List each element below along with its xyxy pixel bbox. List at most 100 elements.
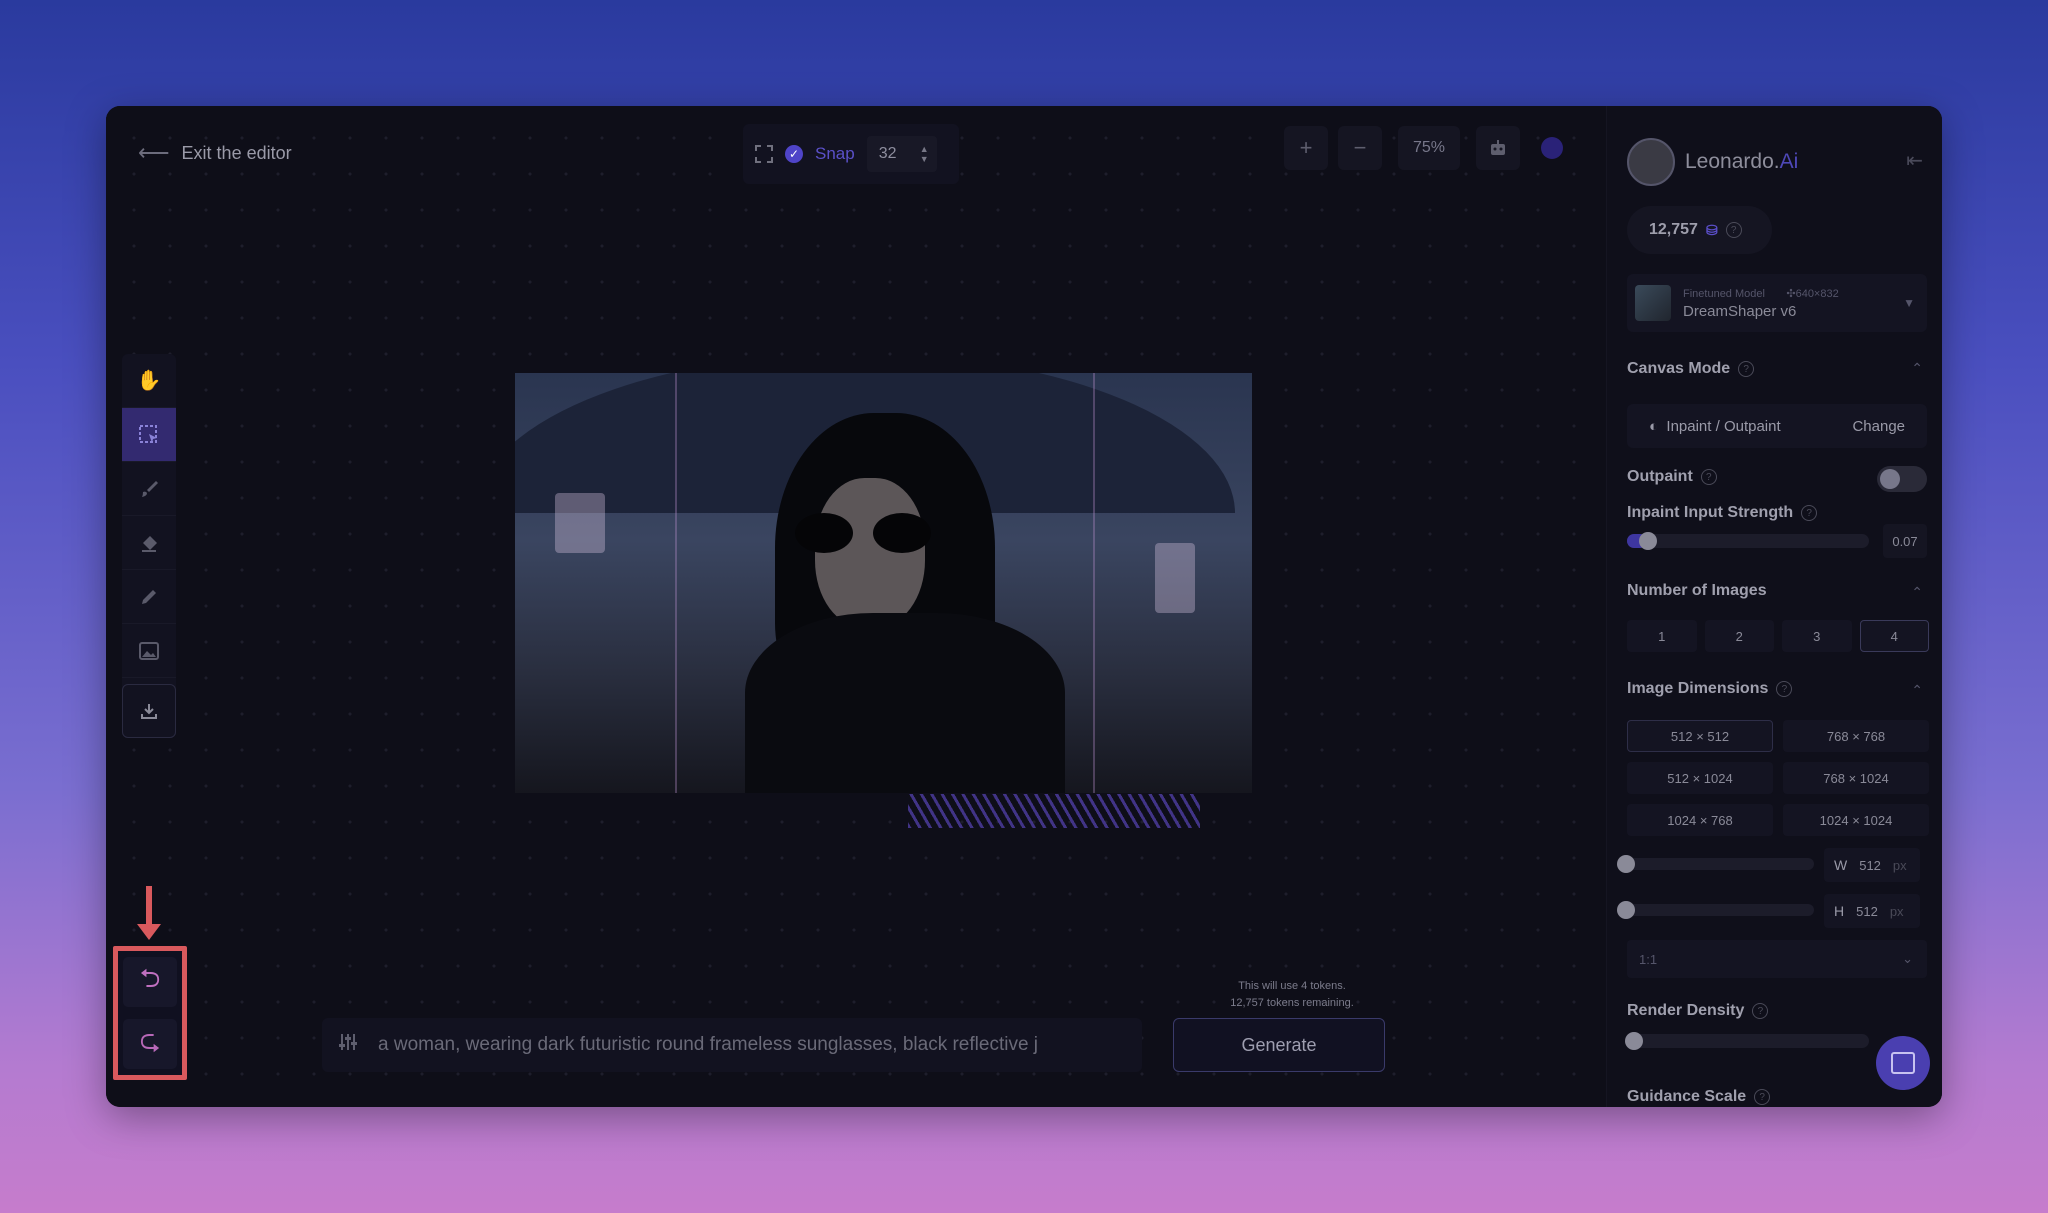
chevron-up-icon[interactable]: ⌃ (1911, 682, 1923, 699)
coins-icon: ⛁ (1705, 221, 1718, 238)
image-light (555, 493, 605, 553)
snap-toolbar: ✓ Snap 32 ▲ ▼ (743, 124, 959, 184)
help-icon[interactable] (1530, 126, 1574, 170)
px-unit: px (1892, 857, 1907, 873)
snap-value-input[interactable]: 32 ▲ ▼ (866, 136, 937, 172)
height-key: H (1834, 903, 1845, 919)
canvas-mode-value: Inpaint / Outpaint (1666, 417, 1781, 435)
chevron-up-icon[interactable]: ⌃ (1911, 584, 1923, 601)
chat-support-button[interactable] (1876, 1036, 1930, 1090)
slider-knob[interactable] (1625, 1032, 1643, 1050)
outpaint-label: Outpaint (1627, 468, 1693, 485)
chevron-up-icon[interactable]: ⌃ (1911, 360, 1923, 377)
zoom-out-button[interactable]: − (1338, 126, 1382, 170)
image-guide-line (1093, 373, 1095, 793)
outpaint-toggle[interactable] (1877, 466, 1927, 492)
sliders-icon[interactable] (338, 1032, 358, 1058)
help-icon[interactable]: ? (1738, 361, 1755, 377)
model-selector[interactable]: Finetuned Model ✣640×832 DreamShaper v6 … (1627, 274, 1927, 332)
aspect-ratio-select[interactable]: 1:1 ⌄ (1627, 940, 1927, 978)
help-icon[interactable]: ? (1801, 505, 1818, 521)
dimension-option[interactable]: 768 × 1024 (1783, 762, 1929, 794)
canvas-mode-title: Canvas Mode ? (1627, 360, 1755, 378)
dimension-option[interactable]: 512 × 512 (1627, 720, 1773, 752)
token-balance: 12,757 ⛁ ? (1627, 206, 1772, 254)
dimensions-icon: ✣ (1786, 287, 1796, 300)
avatar[interactable] (1627, 138, 1675, 186)
collapse-sidebar-icon[interactable]: ⇤ (1906, 148, 1923, 173)
help-icon[interactable]: ? (1700, 469, 1717, 485)
render-density-title: Render Density ? (1627, 1002, 1769, 1020)
editor-window: ⟵ Exit the editor ✓ Snap 32 ▲ ▼ + − 75% ✋ (106, 106, 1942, 1107)
chevron-down-icon: ⌄ (1902, 951, 1913, 966)
canvas-area[interactable]: ⟵ Exit the editor ✓ Snap 32 ▲ ▼ + − 75% ✋ (106, 106, 1606, 1107)
snap-checkbox[interactable]: ✓ (785, 145, 803, 163)
help-icon[interactable]: ? (1725, 222, 1742, 238)
height-value: 512 (1856, 903, 1878, 919)
token-remaining-line: 12,757 tokens remaining. (1230, 997, 1354, 1009)
image-guide-line (675, 373, 677, 793)
num-images-option[interactable]: 1 (1627, 620, 1697, 652)
settings-sidebar: Leonardo.Ai ⇤ 12,757 ⛁ ? Finetuned Model… (1606, 106, 1942, 1107)
image-icon[interactable] (122, 624, 176, 678)
pan-icon[interactable]: ✋ (122, 354, 176, 408)
eraser-icon[interactable] (122, 516, 176, 570)
zoom-controls: + − 75% (1284, 126, 1574, 170)
dimension-options: 512 × 512 768 × 768 512 × 1024 768 × 102… (1627, 720, 1929, 836)
model-name: DreamShaper v6 (1683, 302, 1797, 320)
width-slider[interactable] (1617, 855, 1814, 873)
inpaint-strength-slider[interactable] (1627, 532, 1869, 550)
canvas-mode-selector: ◐ Inpaint / Outpaint Change (1627, 404, 1927, 448)
num-images-option[interactable]: 2 (1704, 620, 1774, 652)
zoom-in-button[interactable]: + (1284, 126, 1328, 170)
brush-icon[interactable] (122, 462, 176, 516)
num-images-label: Number of Images (1627, 582, 1767, 599)
width-input[interactable]: W 512 px (1824, 848, 1920, 882)
undo-button[interactable]: ⮌ (123, 957, 177, 1007)
slider-knob[interactable] (1617, 855, 1635, 873)
select-icon[interactable] (122, 408, 176, 462)
mask-hatch-area (908, 794, 1200, 828)
prompt-bar: a woman, wearing dark futuristic round f… (322, 1018, 1142, 1072)
change-mode-button[interactable]: Change (1852, 418, 1905, 435)
render-density-slider[interactable] (1625, 1032, 1869, 1050)
redo-button[interactable]: ⮎ (123, 1019, 177, 1069)
guidance-scale-label: Guidance Scale (1627, 1088, 1747, 1105)
token-usage-info: This will use 4 tokens. 12,757 tokens re… (1212, 978, 1372, 1012)
dimension-option[interactable]: 1024 × 768 (1627, 804, 1773, 836)
help-icon[interactable]: ? (1776, 681, 1793, 697)
height-slider[interactable] (1617, 901, 1814, 919)
slider-knob[interactable] (1639, 532, 1657, 550)
help-icon[interactable]: ? (1752, 1003, 1769, 1019)
width-value: 512 (1859, 857, 1881, 873)
num-images-options: 1 2 3 4 (1627, 620, 1929, 652)
exit-editor-link[interactable]: ⟵ Exit the editor (138, 140, 292, 166)
generate-button[interactable]: Generate (1173, 1018, 1385, 1072)
inpaint-strength-label: Inpaint Input Strength (1627, 504, 1794, 521)
num-images-option[interactable]: 4 (1859, 620, 1929, 652)
stepper-icon[interactable]: ▲ ▼ (920, 144, 929, 164)
token-usage-line: This will use 4 tokens. (1238, 980, 1346, 992)
zoom-level[interactable]: 75% (1398, 126, 1460, 170)
outpaint-title: Outpaint ? (1627, 468, 1717, 486)
slider-knob[interactable] (1617, 901, 1635, 919)
snap-label: Snap (815, 144, 855, 163)
robot-icon[interactable] (1476, 126, 1520, 170)
canvas-image[interactable] (515, 373, 1252, 793)
chevron-down-icon: ▼ (1903, 296, 1915, 310)
height-input[interactable]: H 512 px (1824, 894, 1920, 928)
prompt-input[interactable]: a woman, wearing dark futuristic round f… (378, 1034, 1118, 1056)
pencil-icon[interactable] (122, 570, 176, 624)
inpaint-strength-value[interactable]: 0.07 (1883, 524, 1927, 558)
download-icon[interactable] (122, 684, 176, 738)
dimension-option[interactable]: 768 × 768 (1783, 720, 1929, 752)
dimension-option[interactable]: 1024 × 1024 (1783, 804, 1929, 836)
brand-name: Leonardo. (1685, 150, 1780, 173)
width-key: W (1834, 857, 1848, 873)
model-thumbnail (1635, 285, 1671, 321)
num-images-option[interactable]: 3 (1782, 620, 1852, 652)
dimension-option[interactable]: 512 × 1024 (1627, 762, 1773, 794)
help-icon[interactable]: ? (1754, 1089, 1771, 1105)
image-sunglasses (795, 513, 945, 553)
selection-icon[interactable] (755, 145, 773, 163)
